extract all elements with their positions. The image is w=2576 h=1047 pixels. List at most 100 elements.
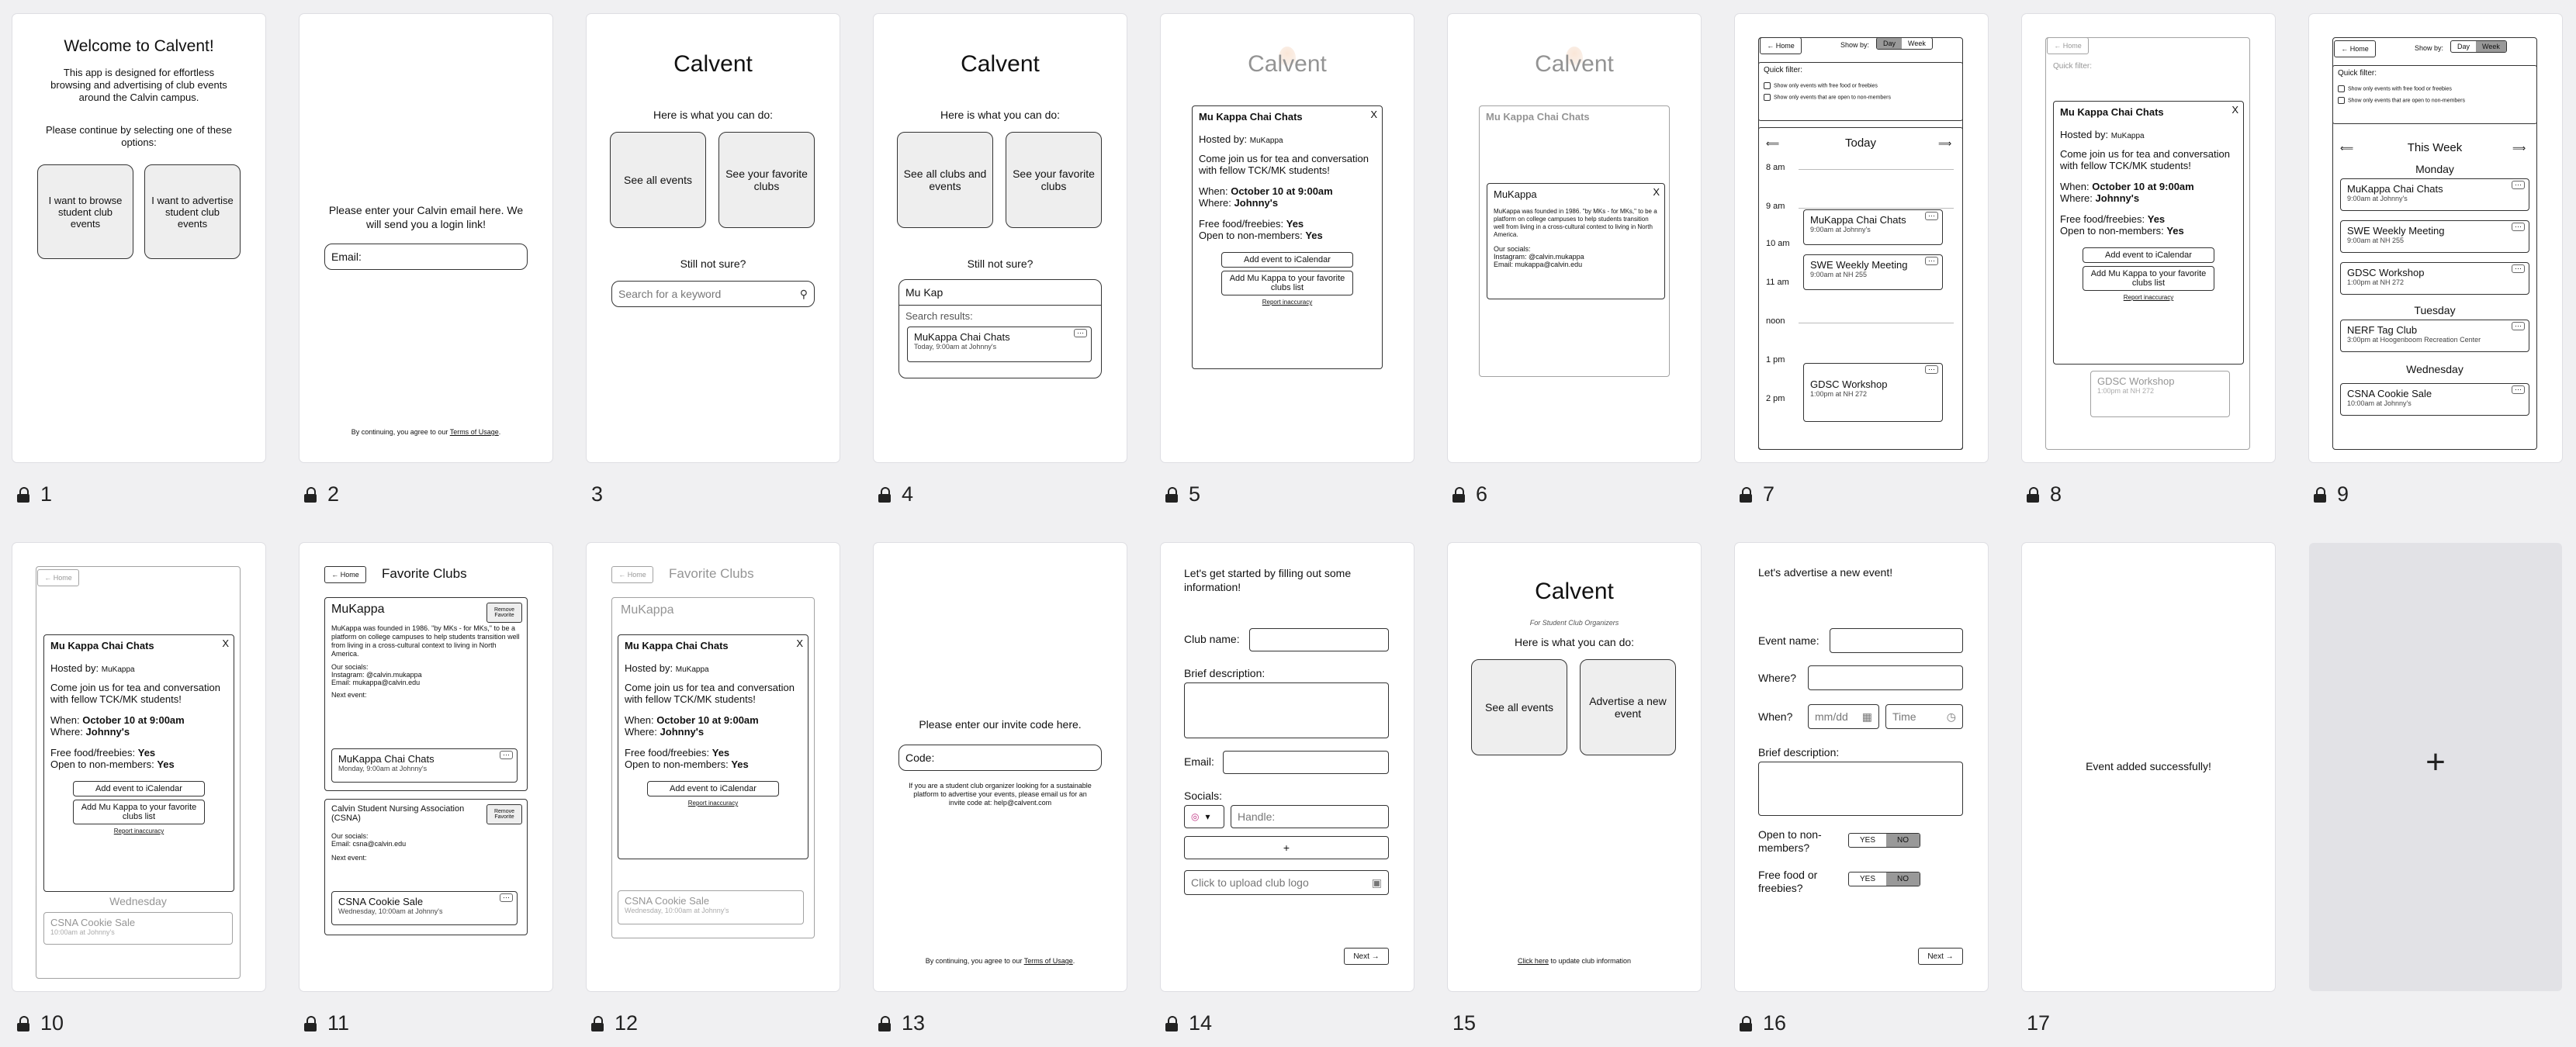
- more-icon[interactable]: ⋯: [2512, 223, 2525, 231]
- email-link[interactable]: Email: csna@calvin.edu: [331, 840, 521, 848]
- social-platform-select[interactable]: ◎ ▾: [1184, 805, 1224, 828]
- lock-icon[interactable]: [1165, 1015, 1178, 1031]
- add-to-calendar-button[interactable]: Add event to iCalendar: [647, 781, 779, 796]
- lock-icon[interactable]: [1740, 486, 1752, 503]
- open-no[interactable]: NO: [1886, 834, 1920, 847]
- home-button[interactable]: ← Home: [611, 566, 653, 583]
- search-result-item[interactable]: MuKappa Chai Chats Today, 9:00am at John…: [907, 327, 1092, 362]
- see-all-events-button[interactable]: See all events: [610, 132, 706, 228]
- browse-button[interactable]: I want to browse student club events: [37, 164, 133, 259]
- lock-icon[interactable]: [2027, 486, 2039, 503]
- favorite-clubs-button[interactable]: See your favorite clubs: [718, 132, 815, 228]
- filter-open[interactable]: Show only events that are open to non-me…: [2338, 97, 2532, 104]
- filter-open[interactable]: Show only events that are open to non-me…: [1764, 94, 1958, 101]
- close-icon[interactable]: X: [1370, 109, 1377, 120]
- more-icon[interactable]: ⋯: [1925, 365, 1938, 374]
- event-card[interactable]: NERF Tag Club 3:00pm at Hoogenboom Recrea…: [2340, 320, 2529, 352]
- remove-favorite-button[interactable]: Remove Favorite: [486, 603, 522, 623]
- see-all-clubs-events-button[interactable]: See all clubs and events: [897, 132, 993, 228]
- checkbox-icon[interactable]: [1764, 82, 1771, 89]
- checkbox-icon[interactable]: [1764, 94, 1771, 101]
- clock-icon[interactable]: ◷: [1947, 710, 1956, 724]
- more-icon[interactable]: ⋯: [1074, 329, 1087, 337]
- checkbox-icon[interactable]: [2338, 85, 2345, 92]
- event-card[interactable]: CSNA Cookie Sale Wednesday, 10:00am at Jo…: [618, 890, 804, 924]
- close-icon[interactable]: X: [2231, 104, 2238, 116]
- add-social-button[interactable]: +: [1184, 836, 1389, 859]
- host-name[interactable]: MuKappa: [102, 665, 135, 674]
- day-toggle[interactable]: Day: [1877, 38, 1903, 49]
- add-to-calendar-button[interactable]: Add event to iCalendar: [73, 781, 205, 796]
- more-icon[interactable]: ⋯: [500, 893, 513, 902]
- close-icon[interactable]: X: [1653, 186, 1660, 198]
- event-card[interactable]: CSNA Cookie Sale 10:00am at Johnny's: [43, 912, 233, 945]
- lock-icon[interactable]: [878, 486, 891, 503]
- brief-textarea[interactable]: [1184, 682, 1389, 738]
- click-here-link[interactable]: Click here: [1518, 957, 1549, 965]
- week-toggle[interactable]: Week: [2476, 41, 2506, 52]
- report-inaccuracy-link[interactable]: Report inaccuracy: [50, 828, 227, 834]
- open-yes[interactable]: YES: [1849, 834, 1886, 847]
- instagram-link[interactable]: Instagram: @calvin.mukappa: [331, 671, 521, 679]
- lock-icon[interactable]: [878, 1015, 891, 1031]
- invite-code-field[interactable]: Code:: [898, 745, 1102, 771]
- report-inaccuracy-link[interactable]: Report inaccuracy: [625, 800, 802, 807]
- lock-icon[interactable]: [1740, 1015, 1752, 1031]
- more-icon[interactable]: ⋯: [2512, 181, 2525, 189]
- event-card[interactable]: MuKappa Chai Chats Monday, 9:00am at John…: [331, 748, 518, 783]
- event-card[interactable]: MuKappa Chai Chats 9:00am at Johnny's ⋯: [1803, 209, 1943, 245]
- advertise-button[interactable]: I want to advertise student club events: [144, 164, 241, 259]
- lock-icon[interactable]: [17, 486, 29, 503]
- see-all-events-button[interactable]: See all events: [1471, 659, 1567, 755]
- date-input[interactable]: mm/dd ▦: [1808, 704, 1879, 729]
- remove-favorite-button[interactable]: Remove Favorite: [486, 804, 522, 824]
- lock-icon[interactable]: [1452, 486, 1465, 503]
- more-icon[interactable]: ⋯: [2512, 385, 2525, 394]
- filter-food[interactable]: Show only events with free food or freeb…: [1764, 82, 1958, 89]
- next-arrow-icon[interactable]: ⟹: [2512, 143, 2526, 154]
- food-no[interactable]: NO: [1886, 872, 1920, 886]
- where-input[interactable]: [1808, 665, 1963, 690]
- advertise-event-button[interactable]: Advertise a new event: [1580, 659, 1676, 755]
- home-button[interactable]: ← Home: [37, 569, 79, 586]
- host-name[interactable]: MuKappa: [2111, 132, 2145, 140]
- event-card[interactable]: GDSC Workshop 1:00pm at NH 272: [2090, 371, 2230, 417]
- more-icon[interactable]: ⋯: [2512, 264, 2525, 273]
- home-button[interactable]: ← Home: [2047, 37, 2089, 54]
- checkbox-icon[interactable]: [2338, 97, 2345, 104]
- next-button[interactable]: Next →: [1918, 948, 1963, 965]
- more-icon[interactable]: ⋯: [1925, 212, 1938, 220]
- home-button[interactable]: ← Home: [2334, 40, 2376, 57]
- time-input[interactable]: Time ◷: [1885, 704, 1963, 729]
- next-button[interactable]: Next →: [1344, 948, 1389, 965]
- brief-textarea[interactable]: [1758, 762, 1963, 816]
- plus-icon[interactable]: +: [2309, 743, 2562, 782]
- more-icon[interactable]: ⋯: [2512, 322, 2525, 330]
- event-card[interactable]: GDSC Workshop 1:00pm at NH 272 ⋯: [2340, 262, 2529, 295]
- search-input[interactable]: Search for a keyword ⚲: [611, 281, 815, 307]
- event-card[interactable]: CSNA Cookie Sale 10:00am at Johnny's ⋯: [2340, 383, 2529, 416]
- lock-icon[interactable]: [591, 1015, 604, 1031]
- host-name[interactable]: MuKappa: [676, 665, 709, 674]
- email-link[interactable]: Email: mukappa@calvin.edu: [1494, 261, 1658, 268]
- lock-icon[interactable]: [304, 1015, 317, 1031]
- add-favorite-button[interactable]: Add Mu Kappa to your favorite clubs list: [1221, 271, 1353, 295]
- week-toggle[interactable]: Week: [1902, 38, 1932, 49]
- instagram-link[interactable]: Instagram: @calvin.mukappa: [1494, 253, 1658, 261]
- event-card[interactable]: SWE Weekly Meeting 9:00am at NH 255 ⋯: [2340, 220, 2529, 253]
- event-card[interactable]: GDSC Workshop 1:00pm at NH 272 ⋯: [1803, 363, 1943, 422]
- event-card[interactable]: MuKappa Chai Chats 9:00am at Johnny's ⋯: [2340, 178, 2529, 211]
- next-arrow-icon[interactable]: ⟹: [1938, 138, 1951, 149]
- upload-logo-button[interactable]: Click to upload club logo ▣: [1184, 870, 1389, 895]
- favorite-clubs-button[interactable]: See your favorite clubs: [1006, 132, 1102, 228]
- filter-food[interactable]: Show only events with free food or freeb…: [2338, 85, 2532, 92]
- event-name-input[interactable]: [1830, 628, 1963, 653]
- prev-arrow-icon[interactable]: ⟸: [2340, 143, 2353, 154]
- email-input[interactable]: [1223, 751, 1389, 774]
- lock-icon[interactable]: [1165, 486, 1178, 503]
- calendar-icon[interactable]: ▦: [1862, 710, 1872, 724]
- close-icon[interactable]: X: [222, 638, 229, 649]
- terms-link[interactable]: Terms of Usage: [1024, 957, 1073, 965]
- home-button[interactable]: ← Home: [324, 566, 366, 583]
- report-inaccuracy-link[interactable]: Report inaccuracy: [1199, 299, 1376, 306]
